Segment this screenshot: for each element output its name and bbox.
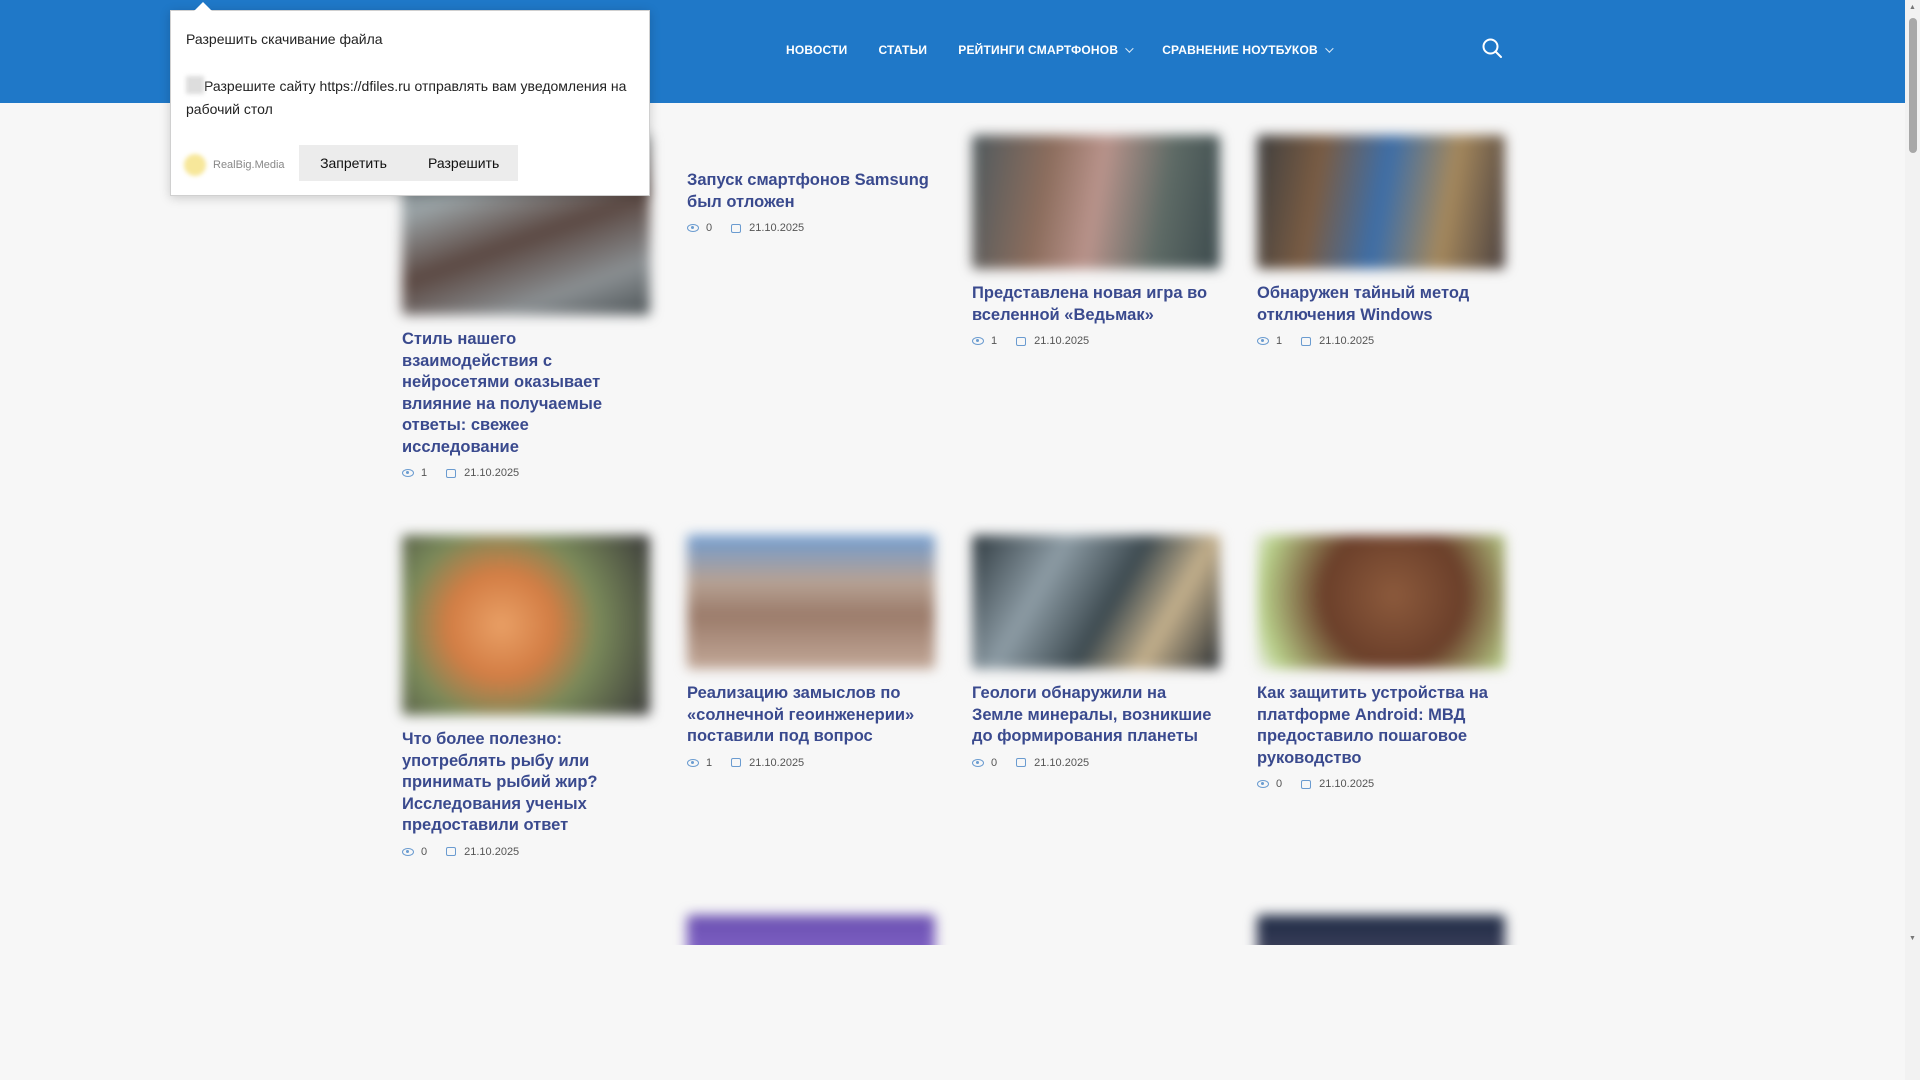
article-title[interactable]: Стиль нашего взаимодействия с нейросетям… <box>402 329 650 458</box>
article-date: 21.10.2025 <box>1034 335 1090 347</box>
eye-icon <box>972 337 984 345</box>
calendar-icon <box>446 847 457 856</box>
eye-icon <box>687 224 699 232</box>
nav-item-label: НОВОСТИ <box>786 43 848 57</box>
article-meta: 1 21.10.2025 <box>402 467 650 479</box>
nav-item-smartphone-ratings[interactable]: РЕЙТИНГИ СМАРТФОНОВ <box>958 43 1134 57</box>
article-meta: 1 21.10.2025 <box>1257 335 1505 347</box>
article-date: 21.10.2025 <box>1319 335 1375 347</box>
chevron-down-icon <box>1325 44 1334 53</box>
article-card[interactable]: Геологи обнаружили на Земле минералы, во… <box>972 535 1220 769</box>
view-count: 0 <box>991 756 998 769</box>
calendar-icon <box>731 223 742 233</box>
article-card[interactable]: Обнаружен тайный метод отключения Window… <box>1257 135 1505 347</box>
eye-icon <box>687 758 699 767</box>
article-title[interactable]: Обнаружен тайный метод отключения Window… <box>1257 283 1505 326</box>
view-count: 0 <box>1276 778 1283 790</box>
nav-item-laptop-comparison[interactable]: СРАВНЕНИЕ НОУТБУКОВ <box>1162 43 1334 57</box>
nav-item-label: СТАТЬИ <box>878 43 928 57</box>
article-meta: 0 21.10.2025 <box>402 846 650 858</box>
article-thumbnail[interactable] <box>1257 135 1505 269</box>
search-button[interactable] <box>1480 36 1504 60</box>
article-card[interactable]: Что более полезно: употреблять рыбу или … <box>402 535 650 858</box>
view-count: 1 <box>706 756 713 769</box>
article-meta: 0 21.10.2025 <box>1257 778 1505 790</box>
eye-icon <box>402 469 414 477</box>
article-title[interactable]: Запуск смартфонов Samsung был отложен <box>687 170 935 213</box>
calendar-icon <box>446 468 457 478</box>
eye-icon <box>972 758 984 767</box>
article-card[interactable]: Представлена новая игра во вселенной «Ве… <box>972 135 1220 347</box>
site-favicon-icon <box>186 76 204 94</box>
popup-message-container: Разрешите сайту https://dfiles.ru отправ… <box>186 75 641 121</box>
popup-message: Разрешите сайту https://dfiles.ru отправ… <box>186 78 627 117</box>
eye-icon <box>1257 780 1269 788</box>
view-count: 1 <box>1276 335 1283 347</box>
article-meta: 0 21.10.2025 <box>972 757 1220 769</box>
article-meta: 1 21.10.2025 <box>687 757 935 769</box>
notification-permission-popup: Разрешить скачивание файла Разрешите сай… <box>170 2 650 196</box>
scroll-up-arrow-icon[interactable]: ▲ <box>1909 4 1916 11</box>
article-thumbnail[interactable] <box>402 535 650 715</box>
article-date: 21.10.2025 <box>1319 778 1375 790</box>
eye-icon <box>402 847 414 856</box>
view-count: 0 <box>706 222 713 234</box>
scroll-down-arrow-icon[interactable]: ▼ <box>1909 935 1916 942</box>
deny-button[interactable]: Запретить <box>299 145 408 181</box>
article-card[interactable]: Запуск смартфонов Samsung был отложен 0 … <box>687 158 935 234</box>
brand-logo-icon <box>184 154 206 176</box>
chevron-down-icon <box>1125 44 1134 53</box>
allow-button[interactable]: Разрешить <box>408 145 518 181</box>
article-title[interactable]: Как защитить устройства на платформе And… <box>1257 683 1505 769</box>
article-thumbnail[interactable] <box>1257 535 1505 669</box>
article-title[interactable]: Геологи обнаружили на Земле минералы, во… <box>972 683 1220 748</box>
article-title[interactable]: Что более полезно: употреблять рыбу или … <box>402 729 650 837</box>
article-date: 21.10.2025 <box>749 756 805 769</box>
eye-icon <box>1257 337 1269 345</box>
article-thumbnail[interactable] <box>972 535 1220 669</box>
article-meta: 0 21.10.2025 <box>687 222 935 234</box>
main-nav: НОВОСТИ СТАТЬИ РЕЙТИНГИ СМАРТФОНОВ СРАВН… <box>786 43 1362 57</box>
calendar-icon <box>1301 779 1312 789</box>
calendar-icon <box>1301 336 1312 346</box>
scrollbar-thumb[interactable] <box>1909 18 1917 153</box>
search-icon <box>1482 38 1502 58</box>
view-count: 1 <box>421 467 428 479</box>
view-count: 0 <box>421 845 428 858</box>
nav-item-news[interactable]: НОВОСТИ <box>786 43 847 57</box>
article-date: 21.10.2025 <box>1034 756 1090 769</box>
calendar-icon <box>731 758 742 767</box>
nav-item-label: РЕЙТИНГИ СМАРТФОНОВ <box>958 43 1119 57</box>
article-date: 21.10.2025 <box>464 845 520 858</box>
article-thumbnail[interactable] <box>687 535 935 669</box>
brand-name: RealBig.Media <box>213 159 285 171</box>
article-card[interactable]: Реализацию замыслов по «солнечной геоинж… <box>687 535 935 769</box>
popup-brand: RealBig.Media <box>184 154 285 176</box>
article-title[interactable]: Представлена новая игра во вселенной «Ве… <box>972 283 1220 326</box>
article-thumbnail[interactable] <box>972 135 1220 269</box>
article-card[interactable]: Как защитить устройства на платформе And… <box>1257 535 1505 790</box>
page-scrollbar[interactable]: ▲ ▼ <box>1905 0 1920 1080</box>
article-date: 21.10.2025 <box>464 467 520 479</box>
page-bottom-area <box>0 945 1905 1080</box>
nav-item-label: СРАВНЕНИЕ НОУТБУКОВ <box>1162 43 1318 57</box>
popup-title: Разрешить скачивание файла <box>186 31 383 47</box>
calendar-icon <box>1016 758 1027 767</box>
calendar-icon <box>1016 336 1027 346</box>
article-meta: 1 21.10.2025 <box>972 335 1220 347</box>
nav-item-articles[interactable]: СТАТЬИ <box>878 43 927 57</box>
view-count: 1 <box>991 335 998 347</box>
article-date: 21.10.2025 <box>749 222 805 234</box>
article-title[interactable]: Реализацию замыслов по «солнечной геоинж… <box>687 683 935 748</box>
